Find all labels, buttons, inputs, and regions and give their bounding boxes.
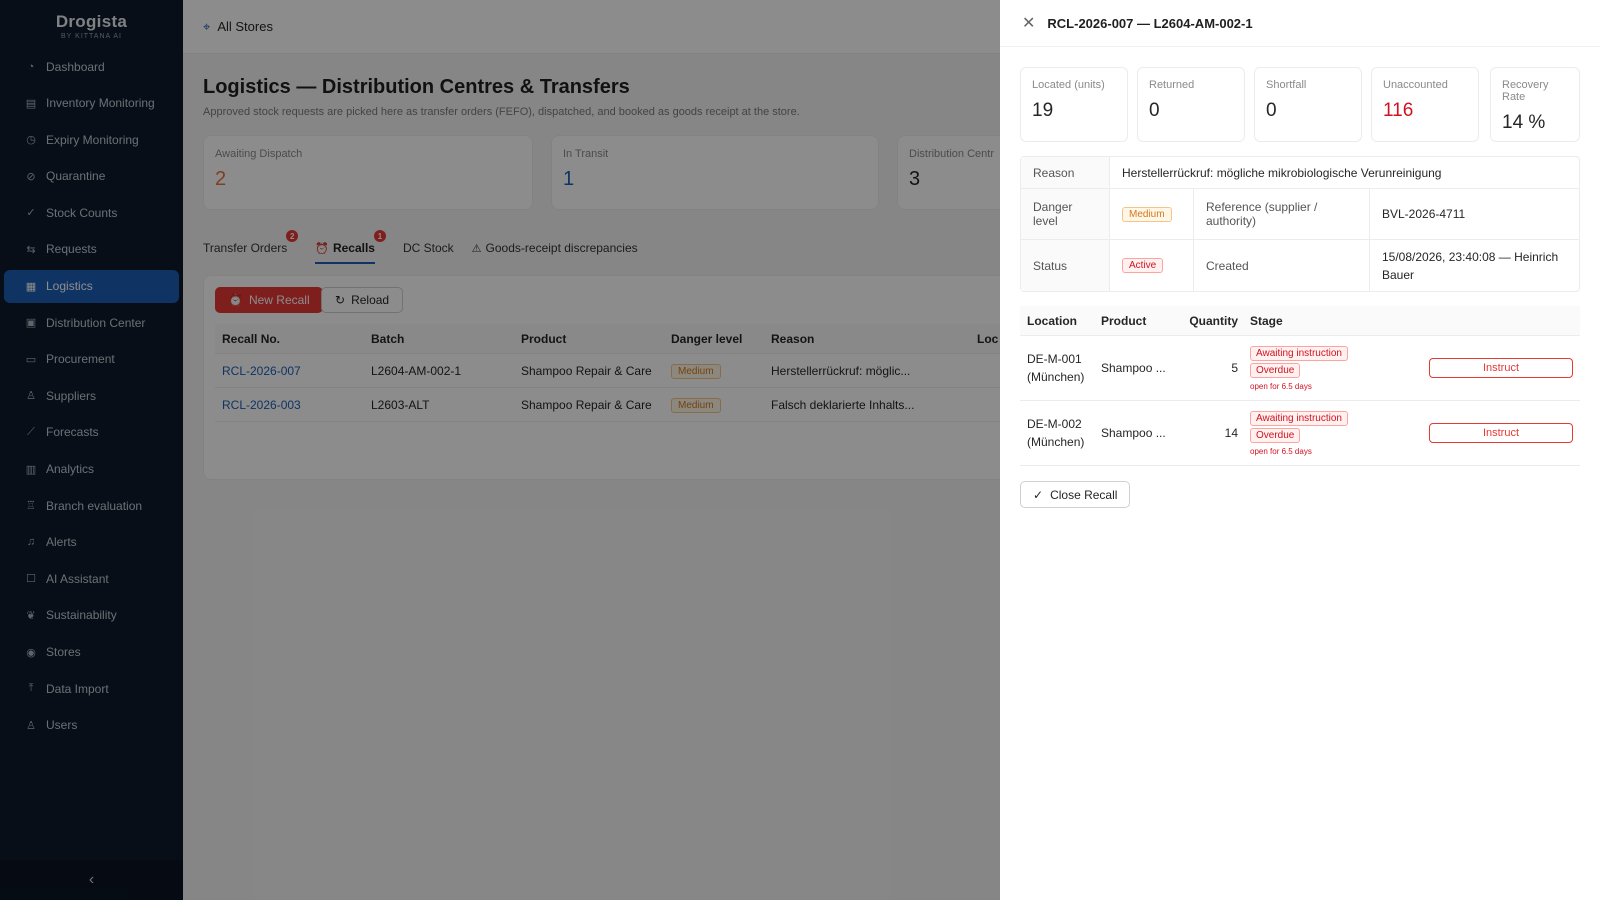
kpi-located: Located (units) 19 — [1020, 67, 1128, 142]
open-duration: open for 6.5 days — [1250, 381, 1312, 391]
locations-table-header: Location Product Quantity Stage — [1020, 306, 1580, 336]
check-icon: ✓ — [1033, 487, 1044, 502]
kpi-label: Returned — [1149, 79, 1195, 91]
column-header: Product — [1101, 313, 1147, 328]
kpi-value: 0 — [1149, 100, 1160, 121]
kpi-value: 19 — [1032, 100, 1054, 121]
kpi-unaccounted: Unaccounted 116 — [1371, 67, 1479, 142]
drawer-mask[interactable] — [0, 0, 1000, 900]
status-badge: Active — [1122, 258, 1164, 273]
detail-label: Status — [1021, 240, 1110, 291]
created-value: 15/08/2026, 23:40:08 — Heinrich Bauer — [1382, 249, 1559, 282]
reference-value: BVL-2026-4711 — [1382, 207, 1466, 221]
location-cell: DE-M-002 (München) — [1027, 417, 1085, 449]
reason-value: Herstellerrückruf: mögliche mikrobiologi… — [1122, 165, 1442, 180]
column-header: Quantity — [1189, 313, 1238, 328]
stage-tag: Awaiting instruction — [1250, 345, 1348, 361]
recall-detail-drawer: ✕ RCL-2026-007 — L2604-AM-002-1 Located … — [1000, 0, 1600, 900]
kpi-label: Located (units) — [1032, 79, 1105, 91]
kpi-value: 14 % — [1502, 112, 1546, 133]
stage-cell: Awaiting instruction Overdue open for 6.… — [1250, 410, 1412, 456]
detail-label: Reason — [1021, 157, 1110, 188]
open-duration: open for 6.5 days — [1250, 446, 1312, 456]
kpi-value: 0 — [1266, 100, 1277, 121]
quantity-cell: 14 — [1224, 426, 1238, 440]
product-cell: Shampoo ... — [1101, 361, 1166, 375]
stage-tag: Awaiting instruction — [1250, 410, 1348, 426]
kpi-returned: Returned 0 — [1137, 67, 1245, 142]
recall-details: Reason Herstellerrückruf: mögliche mikro… — [1020, 156, 1580, 292]
stage-cell: Awaiting instruction Overdue open for 6.… — [1250, 345, 1412, 391]
instruct-button[interactable]: Instruct — [1429, 423, 1573, 443]
danger-level-tag: Medium — [1122, 206, 1172, 222]
table-row: DE-M-002 (München) Shampoo ... 14 Awaiti… — [1020, 401, 1580, 466]
column-header: Location — [1027, 313, 1077, 328]
detail-label: Danger level — [1021, 189, 1110, 239]
overdue-tag: Overdue — [1250, 362, 1301, 378]
button-label: Close Recall — [1050, 487, 1118, 502]
drawer-header: ✕ RCL-2026-007 — L2604-AM-002-1 — [1000, 0, 1600, 47]
overdue-tag: Overdue — [1250, 427, 1301, 443]
product-cell: Shampoo ... — [1101, 426, 1166, 440]
location-cell: DE-M-001 (München) — [1027, 352, 1085, 384]
detail-label: Created — [1194, 240, 1370, 291]
close-icon[interactable]: ✕ — [1022, 13, 1035, 33]
detail-label: Reference (supplier / authority) — [1194, 189, 1370, 239]
kpi-label: Recovery Rate — [1502, 79, 1549, 103]
drawer-title: RCL-2026-007 — L2604-AM-002-1 — [1047, 15, 1253, 31]
kpi-label: Shortfall — [1266, 79, 1307, 91]
instruct-button[interactable]: Instruct — [1429, 358, 1573, 378]
quantity-cell: 5 — [1231, 361, 1238, 375]
table-row: DE-M-001 (München) Shampoo ... 5 Awaitin… — [1020, 336, 1580, 401]
kpi-recovery-rate: Recovery Rate 14 % — [1490, 67, 1580, 142]
kpi-value: 116 — [1383, 100, 1414, 121]
kpi-label: Unaccounted — [1383, 79, 1448, 91]
kpi-shortfall: Shortfall 0 — [1254, 67, 1362, 142]
close-recall-button[interactable]: ✓ Close Recall — [1020, 481, 1131, 508]
column-header: Stage — [1250, 313, 1283, 328]
